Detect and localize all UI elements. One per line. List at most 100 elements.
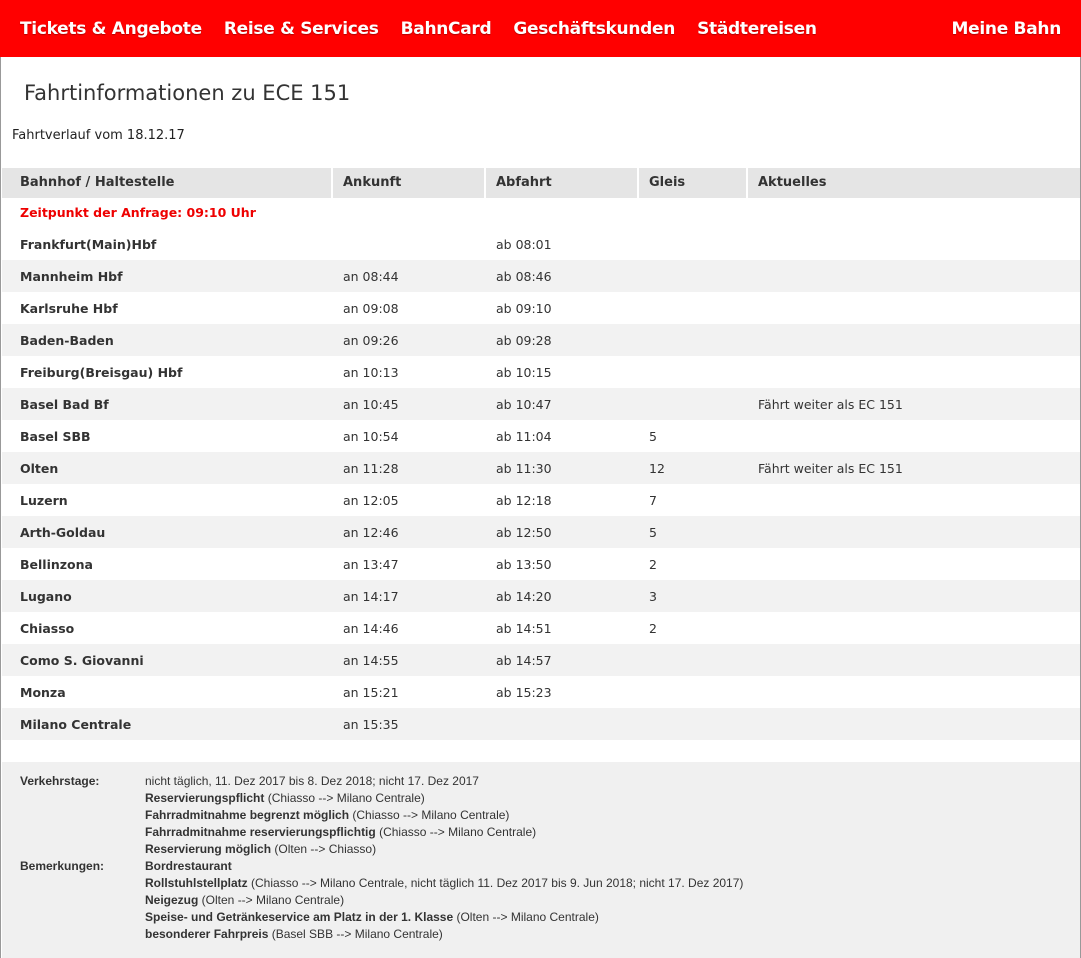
station-name[interactable]: Como S. Giovanni — [2, 653, 333, 668]
detail-line: Rollstuhlstellplatz (Chiasso --> Milano … — [20, 875, 1080, 892]
departure-time: ab 08:46 — [496, 268, 552, 284]
label-spacer — [20, 892, 145, 909]
arrival-time: an 12:46 — [343, 524, 399, 540]
detail-line: besonderer Fahrpreis (Basel SBB --> Mila… — [20, 926, 1080, 943]
detail-note: (Chiasso --> Milano Centrale) — [264, 791, 425, 805]
arrival-time: an 09:08 — [343, 300, 399, 316]
station-name[interactable]: Chiasso — [2, 621, 333, 636]
nav-bahncard[interactable]: BahnCard — [401, 19, 492, 39]
detail-line: Bemerkungen: Bordrestaurant — [20, 858, 1080, 875]
detail-title: besonderer Fahrpreis — [145, 927, 269, 941]
trip-date: Fahrtverlauf vom 18.12.17 — [12, 128, 185, 143]
label-spacer — [20, 790, 145, 807]
nav-reise-services[interactable]: Reise & Services — [224, 19, 379, 39]
page-title: Fahrtinformationen zu ECE 151 — [24, 81, 351, 105]
platform: 5 — [649, 428, 657, 444]
detail-value: Rollstuhlstellplatz (Chiasso --> Milano … — [145, 875, 743, 892]
detail-line: Verkehrstage: nicht täglich, 11. Dez 2017… — [20, 773, 1080, 790]
station-name[interactable]: Freiburg(Breisgau) Hbf — [2, 365, 333, 380]
detail-note: (Olten --> Milano Centrale) — [453, 910, 599, 924]
table-row: Monza an 15:21 ab 15:23 — [2, 676, 1080, 708]
detail-value: nicht täglich, 11. Dez 2017 bis 8. Dez 2… — [145, 773, 479, 790]
current-info: Fährt weiter als EC 151 — [758, 396, 903, 412]
top-navigation: Tickets & Angebote Reise & Services Bahn… — [0, 0, 1081, 57]
arrival-time: an 14:46 — [343, 620, 399, 636]
label-spacer — [20, 926, 145, 943]
arrival-time: an 11:28 — [343, 460, 399, 476]
detail-title: Fahrradmitnahme reservierungspflichtig — [145, 825, 376, 839]
arrival-time: an 15:21 — [343, 684, 399, 700]
table-row: Basel Bad Bf an 10:45 ab 10:47 Fährt weiter… — [2, 388, 1080, 420]
query-time: Zeitpunkt der Anfrage: 09:10 Uhr — [20, 205, 256, 220]
departure-time: ab 12:18 — [496, 492, 552, 508]
header-arrival: Ankunft — [333, 168, 486, 198]
detail-line: Reservierungspflicht (Chiasso --> Milano… — [20, 790, 1080, 807]
platform: 3 — [649, 588, 657, 604]
detail-title: Reservierung möglich — [145, 842, 272, 856]
detail-title: Rollstuhlstellplatz — [145, 876, 248, 890]
table-row: Frankfurt(Main)Hbf ab 08:01 — [2, 228, 1080, 260]
platform: 12 — [649, 460, 665, 476]
verkehrstage-label: Verkehrstage: — [20, 774, 100, 788]
arrival-time: an 14:17 — [343, 588, 399, 604]
table-row: Karlsruhe Hbf an 09:08 ab 09:10 — [2, 292, 1080, 324]
arrival-time: an 10:45 — [343, 396, 399, 412]
arrival-time: an 15:35 — [343, 716, 399, 732]
platform: 5 — [649, 524, 657, 540]
detail-title: Bordrestaurant — [145, 859, 232, 873]
nav-tickets[interactable]: Tickets & Angebote — [20, 19, 202, 39]
detail-value: Reservierung möglich (Olten --> Chiasso) — [145, 841, 376, 858]
detail-line: Reservierung möglich (Olten --> Chiasso) — [20, 841, 1080, 858]
detail-note: (Olten --> Milano Centrale) — [198, 893, 345, 907]
table-row: Bellinzona an 13:47 ab 13:50 2 — [2, 548, 1080, 580]
station-name[interactable]: Milano Centrale — [2, 717, 333, 732]
station-name[interactable]: Lugano — [2, 589, 333, 604]
table-row: Baden-Baden an 09:26 ab 09:28 — [2, 324, 1080, 356]
detail-note: (Basel SBB --> Milano Centrale) — [268, 927, 443, 941]
detail-line: Speise- und Getränkeservice am Platz in … — [20, 909, 1080, 926]
departure-time: ab 13:50 — [496, 556, 552, 572]
detail-note: nicht täglich, 11. Dez 2017 bis 8. Dez 2… — [145, 774, 479, 788]
nav-meine-bahn[interactable]: Meine Bahn — [952, 19, 1062, 39]
station-name[interactable]: Basel SBB — [2, 429, 333, 444]
table-row: Chiasso an 14:46 ab 14:51 2 — [2, 612, 1080, 644]
content-frame: Fahrtinformationen zu ECE 151 Fahrtverla… — [0, 57, 1081, 958]
table-row: Luzern an 12:05 ab 12:18 7 — [2, 484, 1080, 516]
station-name[interactable]: Bellinzona — [2, 557, 333, 572]
station-name[interactable]: Basel Bad Bf — [2, 397, 333, 412]
table-header: Bahnhof / Haltestelle Ankunft Abfahrt Gl… — [2, 168, 1080, 198]
station-name[interactable]: Baden-Baden — [2, 333, 333, 348]
departure-time: ab 10:47 — [496, 396, 552, 412]
station-name[interactable]: Arth-Goldau — [2, 525, 333, 540]
detail-note: (Chiasso --> Milano Centrale) — [375, 825, 537, 839]
nav-staedtereisen[interactable]: Städtereisen — [697, 19, 817, 39]
table-row: Olten an 11:28 ab 11:30 12 Fährt weiter als … — [2, 452, 1080, 484]
arrival-time: an 10:54 — [343, 428, 399, 444]
detail-title: Reservierungspflicht — [145, 791, 265, 805]
table-row: Como S. Giovanni an 14:55 ab 14:57 — [2, 644, 1080, 676]
table-row: Milano Centrale an 15:35 — [2, 708, 1080, 740]
station-name[interactable]: Olten — [2, 461, 333, 476]
detail-value: Fahrradmitnahme begrenzt möglich (Chiass… — [145, 807, 509, 824]
station-name[interactable]: Monza — [2, 685, 333, 700]
detail-line: Fahrradmitnahme reservierungspflichtig (… — [20, 824, 1080, 841]
detail-value: Reservierungspflicht (Chiasso --> Milano… — [145, 790, 425, 807]
departure-time: ab 09:28 — [496, 332, 552, 348]
station-name[interactable]: Luzern — [2, 493, 333, 508]
detail-note: (Olten --> Chiasso) — [271, 842, 377, 856]
stops-table: Bahnhof / Haltestelle Ankunft Abfahrt Gl… — [2, 168, 1080, 740]
station-name[interactable]: Frankfurt(Main)Hbf — [2, 237, 333, 252]
detail-value: besonderer Fahrpreis (Basel SBB --> Mila… — [145, 926, 443, 943]
departure-time: ab 15:23 — [496, 684, 552, 700]
departure-time: ab 11:04 — [496, 428, 552, 444]
table-row: Basel SBB an 10:54 ab 11:04 5 — [2, 420, 1080, 452]
header-departure: Abfahrt — [486, 168, 639, 198]
station-name[interactable]: Karlsruhe Hbf — [2, 301, 333, 316]
nav-geschaeftskunden[interactable]: Geschäftskunden — [513, 19, 675, 39]
arrival-time: an 09:26 — [343, 332, 399, 348]
arrival-time: an 08:44 — [343, 268, 399, 284]
departure-time: ab 12:50 — [496, 524, 552, 540]
table-row: Lugano an 14:17 ab 14:20 3 — [2, 580, 1080, 612]
station-name[interactable]: Mannheim Hbf — [2, 269, 333, 284]
platform: 2 — [649, 556, 657, 572]
